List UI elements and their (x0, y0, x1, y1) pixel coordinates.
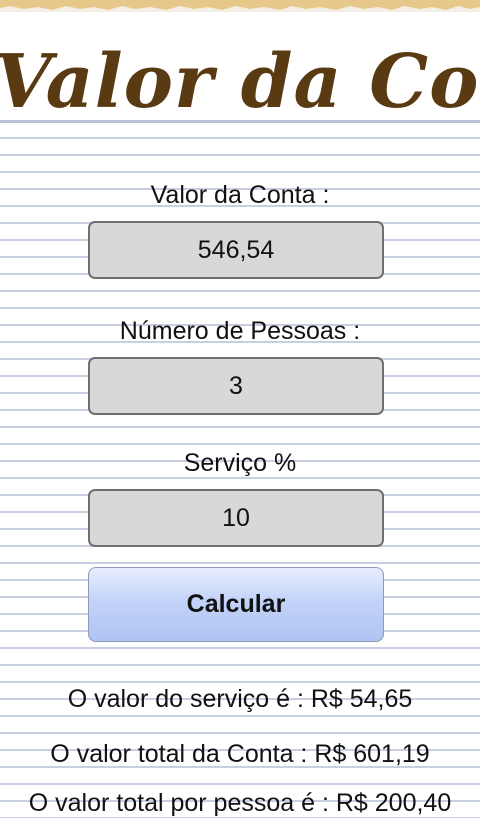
torn-paper-edge (0, 0, 480, 12)
people-count-label: Número de Pessoas : (119, 317, 361, 345)
people-count-input[interactable] (88, 357, 384, 415)
service-percent-input[interactable] (88, 489, 384, 547)
calculate-button[interactable]: Calcular (88, 567, 384, 642)
total-amount-result: O valor total da Conta : R$ 601,19 (50, 740, 430, 768)
app-title: Valor da Conta (0, 39, 480, 124)
title-band: Valor da Conta (0, 12, 480, 124)
bill-amount-label: Valor da Conta : (150, 181, 330, 209)
title-divider (0, 120, 480, 123)
service-amount-result: O valor do serviço é : R$ 54,65 (67, 685, 413, 713)
service-percent-label: Serviço % (183, 449, 297, 477)
per-person-result: O valor total por pessoa é : R$ 200,40 (28, 789, 452, 817)
bill-amount-input[interactable] (88, 221, 384, 279)
